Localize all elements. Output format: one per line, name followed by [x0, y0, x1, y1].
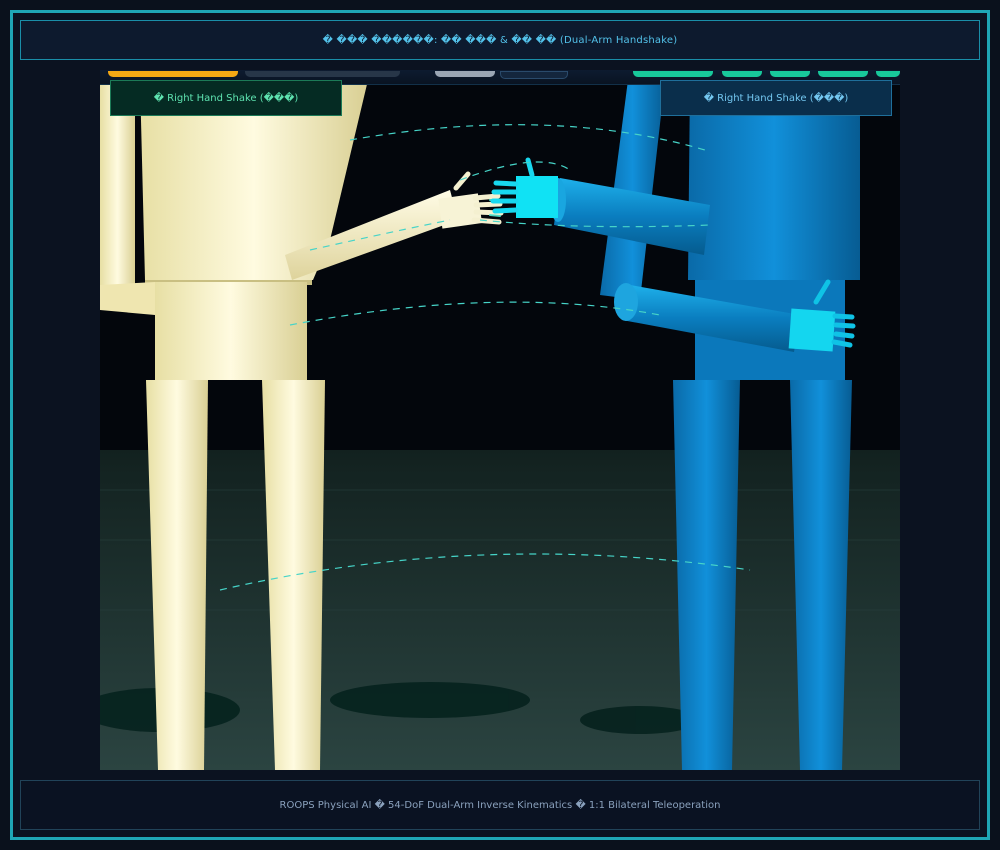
- right-robot-label-text: � Right Hand Shake (���): [703, 92, 849, 104]
- 3d-viewport[interactable]: � Right Hand Shake (���) � Right Hand Sh…: [100, 70, 900, 770]
- action-button-3[interactable]: [770, 71, 810, 77]
- action-button-2[interactable]: [722, 71, 762, 77]
- footer-text: ROOPS Physical AI � 54-DoF Dual-Arm Inve…: [279, 799, 721, 811]
- toggle-button[interactable]: [435, 71, 495, 77]
- page-title-text: � ��� ������: �� ��� & �� �� (Dual-Arm H…: [322, 34, 678, 46]
- robot-scene: [100, 70, 900, 770]
- mode-button[interactable]: [245, 71, 400, 77]
- left-robot-label: � Right Hand Shake (���): [110, 80, 342, 116]
- view-button[interactable]: [500, 71, 568, 79]
- footer-bar: ROOPS Physical AI � 54-DoF Dual-Arm Inve…: [20, 780, 980, 830]
- left-robot-label-text: � Right Hand Shake (���): [153, 92, 299, 104]
- action-button-5[interactable]: [876, 71, 900, 77]
- action-button-4[interactable]: [818, 71, 868, 77]
- mode-button-active[interactable]: [108, 71, 238, 77]
- right-robot-label: � Right Hand Shake (���): [660, 80, 892, 116]
- page-title: � ��� ������: �� ��� & �� �� (Dual-Arm H…: [20, 20, 980, 60]
- action-button-1[interactable]: [633, 71, 713, 77]
